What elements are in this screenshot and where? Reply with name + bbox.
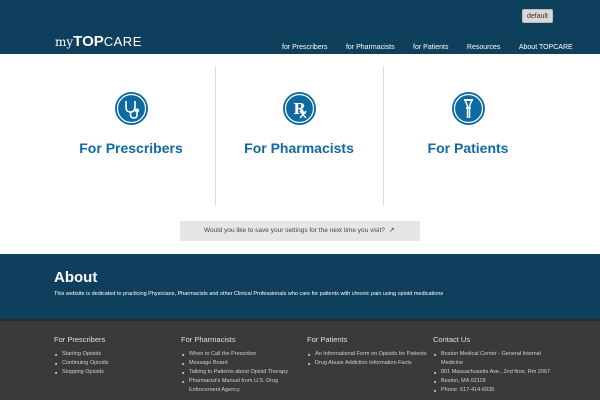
site-logo[interactable]: myTOPCARE bbox=[55, 31, 142, 50]
contact-line: Phone: 617-414-6938 bbox=[433, 386, 553, 395]
audience-panels: For Prescribers R For Pharmacists For Pa… bbox=[0, 54, 600, 226]
panel-patients[interactable]: For Patients bbox=[388, 67, 548, 205]
footer-link[interactable]: Starting Opioids bbox=[54, 350, 174, 359]
footer-link[interactable]: An Informational Form on Opioids for Pat… bbox=[307, 350, 427, 359]
nav-item-resources[interactable]: Resources bbox=[467, 44, 500, 51]
about-title: About bbox=[54, 269, 98, 286]
logo-mid: TOP bbox=[73, 33, 104, 50]
style-switcher-button[interactable]: default bbox=[522, 9, 553, 23]
save-settings-prompt[interactable]: Would you like to save your settings for… bbox=[180, 221, 420, 241]
panel-prescribers[interactable]: For Prescribers bbox=[51, 67, 211, 205]
panel-pharmacists[interactable]: R For Pharmacists bbox=[219, 67, 379, 205]
panel-divider bbox=[383, 67, 384, 205]
panel-title[interactable]: For Prescribers bbox=[51, 140, 211, 156]
stethoscope-icon[interactable] bbox=[115, 92, 148, 125]
panel-title[interactable]: For Patients bbox=[388, 140, 548, 156]
footer-column-prescribers: For Prescribers Starting Opioids Continu… bbox=[54, 335, 174, 377]
save-settings-text: Would you like to save your settings for… bbox=[204, 227, 385, 234]
contact-line: 801 Massachusetts Ave., 2nd floor, Rm 20… bbox=[433, 368, 553, 377]
site-header: default myTOPCARE for Prescribers for Ph… bbox=[0, 0, 600, 54]
footer-link[interactable]: Talking to Patients about Opioid Therapy bbox=[181, 368, 301, 377]
rx-icon[interactable]: R bbox=[283, 92, 316, 125]
logo-prefix: my bbox=[55, 35, 74, 49]
about-section: About This website is dedicated to pract… bbox=[0, 254, 600, 319]
contact-line: Boston Medical Center - General Internal… bbox=[433, 350, 553, 368]
footer-column-title[interactable]: For Pharmacists bbox=[181, 335, 301, 344]
nav-item-pharmacists[interactable]: for Pharmacists bbox=[346, 44, 395, 51]
footer-link[interactable]: Continuing Opioids bbox=[54, 359, 174, 368]
pointer-icon: ↗ bbox=[388, 227, 395, 234]
footer-link[interactable]: When to Call the Prescriber bbox=[181, 350, 301, 359]
footer-column-title[interactable]: For Prescribers bbox=[54, 335, 174, 344]
about-text: This website is dedicated to practicing … bbox=[54, 291, 444, 297]
main-nav: for Prescribers for Pharmacists for Pati… bbox=[282, 36, 573, 51]
panel-divider bbox=[215, 67, 216, 205]
footer-column-title: Contact Us bbox=[433, 335, 471, 344]
footer-column-pharmacists: For Pharmacists When to Call the Prescri… bbox=[181, 335, 301, 395]
contact-line: Boston, MA 02118 bbox=[433, 377, 553, 386]
footer-column-patients: For Patients An Informational Form on Op… bbox=[307, 335, 427, 368]
panel-title[interactable]: For Pharmacists bbox=[219, 140, 379, 156]
footer-link[interactable]: Drug Abuse Addiction Information Facts bbox=[307, 359, 427, 368]
footer-link[interactable]: Stopping Opioids bbox=[54, 368, 174, 377]
logo-suffix: CARE bbox=[103, 34, 142, 49]
crutch-icon[interactable] bbox=[452, 92, 485, 125]
nav-item-about[interactable]: About TOPCARE bbox=[519, 44, 573, 51]
footer-link[interactable]: Message Board bbox=[181, 359, 301, 368]
footer-column-contact: Contact Us Boston Medical Center - Gener… bbox=[433, 335, 553, 395]
footer-column-title[interactable]: For Patients bbox=[307, 335, 427, 344]
nav-item-patients[interactable]: for Patients bbox=[413, 44, 448, 51]
site-footer: For Prescribers Starting Opioids Continu… bbox=[0, 319, 600, 400]
nav-item-prescribers[interactable]: for Prescribers bbox=[282, 44, 328, 51]
footer-link[interactable]: Pharmacist's Manual from U.S. Drug Enfor… bbox=[181, 377, 301, 395]
